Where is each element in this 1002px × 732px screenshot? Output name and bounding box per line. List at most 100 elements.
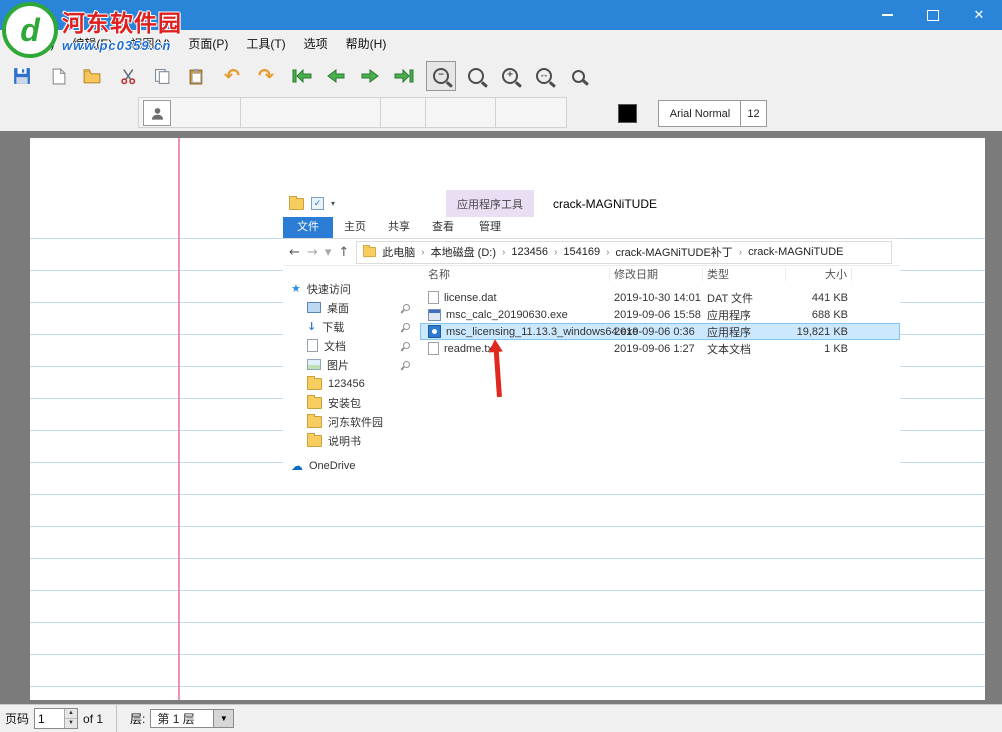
save-icon: [13, 67, 31, 85]
layer-combo[interactable]: 第 1 层 ▼: [150, 709, 234, 728]
file-row: license.dat 2019-10-30 14:01 DAT 文件 441 …: [420, 289, 900, 306]
format-segment-5: [495, 97, 567, 128]
zoom-out-button[interactable]: −: [426, 61, 456, 91]
close-icon: ✕: [974, 7, 985, 23]
column-type: 类型: [703, 267, 786, 281]
zoom-out-icon: −: [433, 68, 449, 84]
breadcrumb-segment: crack-MAGNiTUDE: [745, 246, 846, 258]
address-bar: ← → ▾ ↑ 此电脑› 本地磁盘 (D:)› 123456› 154169› …: [283, 239, 900, 266]
layer-dropdown-button[interactable]: ▼: [214, 709, 234, 728]
breadcrumb: 此电脑› 本地磁盘 (D:)› 123456› 154169› crack-MA…: [356, 241, 892, 264]
paste-clipboard-icon: [188, 68, 205, 85]
page-number-input[interactable]: [35, 709, 64, 728]
person-icon: [150, 106, 165, 121]
minimize-button[interactable]: [864, 0, 910, 30]
undo-button[interactable]: ↶: [218, 62, 246, 90]
dropdown-arrow-icon: ▼: [220, 714, 228, 723]
close-button[interactable]: ✕: [956, 0, 1002, 30]
zoom-in-button[interactable]: +: [496, 62, 524, 90]
back-icon: ←: [289, 245, 300, 260]
sidebar-item-folder: 河东软件园: [283, 412, 420, 431]
font-color-swatch[interactable]: [618, 104, 637, 123]
open-button[interactable]: [78, 62, 106, 90]
paste-button[interactable]: [182, 62, 210, 90]
copy-button[interactable]: [148, 62, 176, 90]
document-area: ✓ ▾ 应用程序工具 crack-MAGNiTUDE 文件 主页 共享 查看 管…: [0, 131, 1002, 705]
menu-options[interactable]: 选项: [295, 31, 337, 56]
folder-icon: [289, 198, 304, 210]
margin-line: [178, 138, 180, 700]
folder-icon: [307, 397, 322, 409]
column-name: 名称: [420, 267, 610, 281]
main-toolbar: ↶ ↷ − + ↔: [0, 57, 1002, 96]
chevron-down-icon: ▾: [331, 199, 335, 208]
sidebar-item-folder: 说明书: [283, 431, 420, 450]
pictures-icon: [307, 359, 321, 370]
last-page-button[interactable]: [390, 62, 418, 90]
previous-page-button[interactable]: [322, 62, 350, 90]
font-family-combo[interactable]: Arial Normal: [658, 100, 742, 127]
folder-icon: [307, 416, 322, 428]
zoom-actual-button[interactable]: [462, 62, 490, 90]
recent-locations-icon: ▾: [325, 245, 332, 260]
tab-share: 共享: [377, 217, 421, 238]
explorer-quick-access-toolbar: ✓ ▾: [289, 197, 335, 210]
sidebar-item-documents: 文档: [283, 336, 420, 355]
desktop-icon: [307, 302, 321, 313]
sidebar-item-onedrive: ☁OneDrive: [283, 456, 420, 475]
redo-button[interactable]: ↷: [252, 62, 280, 90]
cut-button[interactable]: [114, 62, 142, 90]
spinner-down-icon[interactable]: ▼: [65, 719, 77, 728]
font-size-combo[interactable]: 12: [740, 100, 767, 127]
status-separator: [116, 705, 117, 732]
page-number-label: 页码: [5, 710, 29, 727]
breadcrumb-segment: 154169: [560, 246, 603, 258]
file-list: 名称 修改日期 类型 大小 license.dat 2019-10-30 14:…: [420, 265, 900, 480]
explorer-window-title: crack-MAGNiTUDE: [553, 197, 657, 211]
layer-label: 层:: [130, 710, 145, 727]
new-document-button[interactable]: [44, 62, 72, 90]
last-page-icon: [394, 69, 414, 83]
sidebar-item-quick-access: ★快速访问: [283, 279, 420, 298]
text-properties-button[interactable]: [143, 100, 171, 126]
location-folder-icon: [363, 247, 376, 257]
zoom-fit-button[interactable]: ↔: [530, 62, 558, 90]
menu-tools[interactable]: 工具(T): [237, 31, 294, 56]
column-size: 大小: [786, 267, 852, 281]
sidebar-item-pictures: 图片: [283, 355, 420, 374]
pin-icon: [402, 322, 412, 332]
spinner-up-icon[interactable]: ▲: [65, 709, 77, 719]
breadcrumb-segment: 123456: [508, 246, 551, 258]
first-page-icon: [292, 69, 312, 83]
tab-manage: 管理: [468, 217, 512, 238]
tab-file: 文件: [283, 217, 333, 238]
first-page-button[interactable]: [288, 62, 316, 90]
open-folder-icon: [83, 67, 101, 85]
column-headers: 名称 修改日期 类型 大小: [420, 265, 900, 283]
save-button[interactable]: [8, 62, 36, 90]
application-icon: [428, 325, 441, 338]
format-segment-3: [380, 97, 427, 128]
find-button[interactable]: [564, 62, 592, 90]
format-segment-2: [240, 97, 382, 128]
status-bar: 页码 ▲ ▼ of 1 层: 第 1 层 ▼: [0, 704, 1002, 732]
menu-page[interactable]: 页面(P): [179, 31, 237, 56]
file-row-selected: msc_licensing_11.13.3_windows64.exe 2019…: [420, 323, 900, 340]
format-toolbar: Arial Normal 12: [0, 95, 1002, 133]
explorer-sidebar: ★快速访问 桌面 ↓下载 文档 图片 123456 安装包 河东软件园 说明书 …: [283, 265, 420, 480]
maximize-button[interactable]: [910, 0, 956, 30]
page-number-spinner[interactable]: ▲ ▼: [34, 708, 78, 729]
minimize-icon: [882, 14, 893, 16]
folder-icon: [307, 435, 322, 447]
maximize-icon: [927, 10, 939, 21]
redo-icon: ↷: [258, 67, 274, 86]
previous-page-icon: [326, 69, 346, 83]
ribbon-tabs: 文件 主页 共享 查看 管理: [283, 217, 900, 239]
menu-help[interactable]: 帮助(H): [337, 31, 396, 56]
folder-icon: [307, 378, 322, 390]
window-controls: ✕: [864, 0, 1002, 30]
next-page-button[interactable]: [356, 62, 384, 90]
document-page[interactable]: ✓ ▾ 应用程序工具 crack-MAGNiTUDE 文件 主页 共享 查看 管…: [30, 138, 985, 700]
cut-scissors-icon: [120, 68, 137, 85]
watermark-site-url: www.pc0359.cn: [62, 38, 182, 53]
